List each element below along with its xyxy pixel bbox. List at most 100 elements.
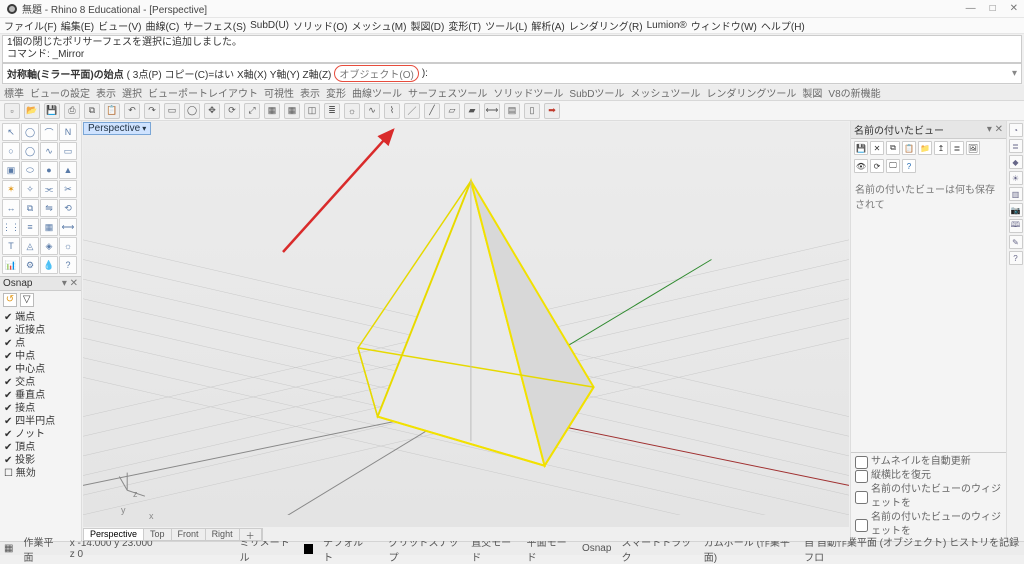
curve2-icon[interactable]: ⌇ (384, 103, 400, 119)
viewport-tab[interactable]: Perspective (84, 529, 144, 540)
osnap-item[interactable]: ✔ 点 (4, 337, 77, 350)
library-icon[interactable]: 🕮 (1009, 219, 1023, 233)
toolbar-tab[interactable]: 曲線ツール (352, 85, 402, 100)
menu-item[interactable]: メッシュ(M) (351, 18, 406, 33)
save-view-icon[interactable]: 💾 (854, 141, 868, 155)
circle-icon[interactable]: ○ (2, 142, 20, 160)
print-icon[interactable]: ⎙ (64, 103, 80, 119)
osnap-item[interactable]: ✔ 投影 (4, 454, 77, 467)
light-icon[interactable]: ✧ (21, 180, 39, 198)
extrude-icon[interactable]: ▯ (524, 103, 540, 119)
toolbar-tab[interactable]: 表示 (300, 85, 320, 100)
grid-icon[interactable]: ▦ (264, 103, 280, 119)
move2-icon[interactable]: ↔ (2, 199, 20, 217)
menu-item[interactable]: 解析(A) (531, 18, 564, 33)
viewport-tab-add[interactable]: ＋ (240, 529, 262, 540)
render2-icon[interactable]: ☼ (59, 237, 77, 255)
panel-menu-icon[interactable]: ▾ ✕ (987, 124, 1003, 135)
toolbar-tab[interactable]: メッシュツール (630, 85, 700, 100)
panel-collapse-icon[interactable]: ▾ ✕ (62, 278, 78, 289)
dropdown-icon[interactable]: ▾ (1012, 68, 1017, 79)
new-icon[interactable]: ▫ (4, 103, 20, 119)
close-button[interactable]: ✕ (1010, 3, 1018, 14)
sync-icon[interactable]: ⟳ (870, 159, 884, 173)
option-check[interactable]: サムネイルを自動更新 (855, 455, 1002, 469)
osnap-item[interactable]: ✔ 中心点 (4, 363, 77, 376)
maximize-button[interactable]: □ (990, 3, 996, 14)
cplane-icon[interactable]: ◫ (304, 103, 320, 119)
grid3-icon[interactable]: ▦ (40, 218, 58, 236)
menu-item[interactable]: サーフェス(S) (183, 18, 246, 33)
misc-icon[interactable]: ⚙ (21, 256, 39, 274)
viewport-canvas[interactable]: z y x (83, 122, 849, 527)
box-icon[interactable]: ▭ (164, 103, 180, 119)
paste-view-icon[interactable]: 📋 (902, 141, 916, 155)
point-icon[interactable]: ✶ (2, 180, 20, 198)
menu-item[interactable]: SubD(U) (250, 20, 289, 31)
osnap-item[interactable]: ✔ 垂直点 (4, 389, 77, 402)
menu-item[interactable]: 変形(T) (448, 18, 481, 33)
text-icon[interactable]: T (2, 237, 20, 255)
image-icon[interactable]: 🖼 (966, 141, 980, 155)
array-icon[interactable]: ⋮⋮ (2, 218, 20, 236)
paste-icon[interactable]: 📋 (104, 103, 120, 119)
menu-item[interactable]: ツール(L) (485, 18, 527, 33)
lights-icon[interactable]: ☀ (1009, 171, 1023, 185)
help3-icon[interactable]: ? (1009, 251, 1023, 265)
sphere-icon[interactable]: ◯ (184, 103, 200, 119)
osnap-item[interactable]: ✔ ノット (4, 428, 77, 441)
folder-icon[interactable]: 📁 (918, 141, 932, 155)
undo-icon[interactable]: ↶ (124, 103, 140, 119)
copy-view-icon[interactable]: ⧉ (886, 141, 900, 155)
filter-icon[interactable]: ▽ (20, 293, 34, 307)
cone-icon[interactable]: ▲ (59, 161, 77, 179)
rotate2-icon[interactable]: ⟲ (59, 199, 77, 217)
cyl-icon[interactable]: ⬭ (21, 161, 39, 179)
polyline-icon[interactable]: Ν (59, 123, 77, 141)
toolbar-tab[interactable]: ビューの設定 (30, 85, 90, 100)
help2-icon[interactable]: ? (902, 159, 916, 173)
chevron-down-icon[interactable]: ▾ (142, 124, 146, 133)
surf1-icon[interactable]: ▱ (444, 103, 460, 119)
analyze-icon[interactable]: 📊 (2, 256, 20, 274)
toolbar-tab[interactable]: ビューポートレイアウト (148, 85, 258, 100)
status-osnap[interactable]: Osnap (582, 543, 611, 554)
camera-icon[interactable]: 📷 (1009, 203, 1023, 217)
menu-item[interactable]: ウィンドウ(W) (691, 18, 757, 33)
osnap-item[interactable]: ✔ 中点 (4, 350, 77, 363)
menu-item[interactable]: ソリッド(O) (293, 18, 347, 33)
osnap-item[interactable]: ✔ 交点 (4, 376, 77, 389)
toolbar-tab[interactable]: 変形 (326, 85, 346, 100)
toolbar-tab[interactable]: 製図 (802, 85, 822, 100)
copy-icon[interactable]: ⧉ (84, 103, 100, 119)
sphere2-icon[interactable]: ● (40, 161, 58, 179)
lasso-icon[interactable]: ◯ (21, 123, 39, 141)
layer-swatch[interactable] (304, 544, 313, 554)
copy2-icon[interactable]: ⧉ (21, 199, 39, 217)
layers3-icon[interactable]: ≣ (1009, 139, 1023, 153)
menu-item[interactable]: 製図(D) (410, 18, 444, 33)
osnap-item-disabled[interactable]: ☐ 無効 (4, 467, 77, 480)
osnap-reset-icon[interactable]: ↺ (3, 293, 17, 307)
eye-icon[interactable]: 👁 (854, 159, 868, 173)
line1-icon[interactable]: ／ (404, 103, 420, 119)
osnap-item[interactable]: ✔ 頂点 (4, 441, 77, 454)
command-line[interactable]: 対称軸(ミラー平面)の始点 ( 3点(P) コピー(C)=はい X軸(X) Y軸… (2, 63, 1022, 84)
display-icon[interactable]: ▥ (1009, 187, 1023, 201)
properties-icon[interactable]: ◔ (1009, 123, 1023, 137)
toolbar-tab[interactable]: 標準 (4, 85, 24, 100)
rect-icon[interactable]: ▭ (59, 142, 77, 160)
command-options[interactable]: ( 3点(P) コピー(C)=はい X軸(X) Y軸(Y) Z軸(Z) (127, 66, 332, 81)
viewport-tab[interactable]: Right (206, 529, 240, 540)
mirror-icon[interactable]: ⇋ (40, 199, 58, 217)
notes-icon[interactable]: ✎ (1009, 235, 1023, 249)
osnap-item[interactable]: ✔ 近接点 (4, 324, 77, 337)
arc-icon[interactable]: ⌒ (40, 123, 58, 141)
viewport-tab[interactable]: Top (144, 529, 172, 540)
dims-icon[interactable]: ⟷ (59, 218, 77, 236)
minimize-button[interactable]: ― (966, 3, 976, 14)
layers-icon[interactable]: ≣ (324, 103, 340, 119)
curve1-icon[interactable]: ∿ (364, 103, 380, 119)
menu-item[interactable]: Lumion® (647, 20, 687, 31)
menu-item[interactable]: 曲線(C) (145, 18, 179, 33)
